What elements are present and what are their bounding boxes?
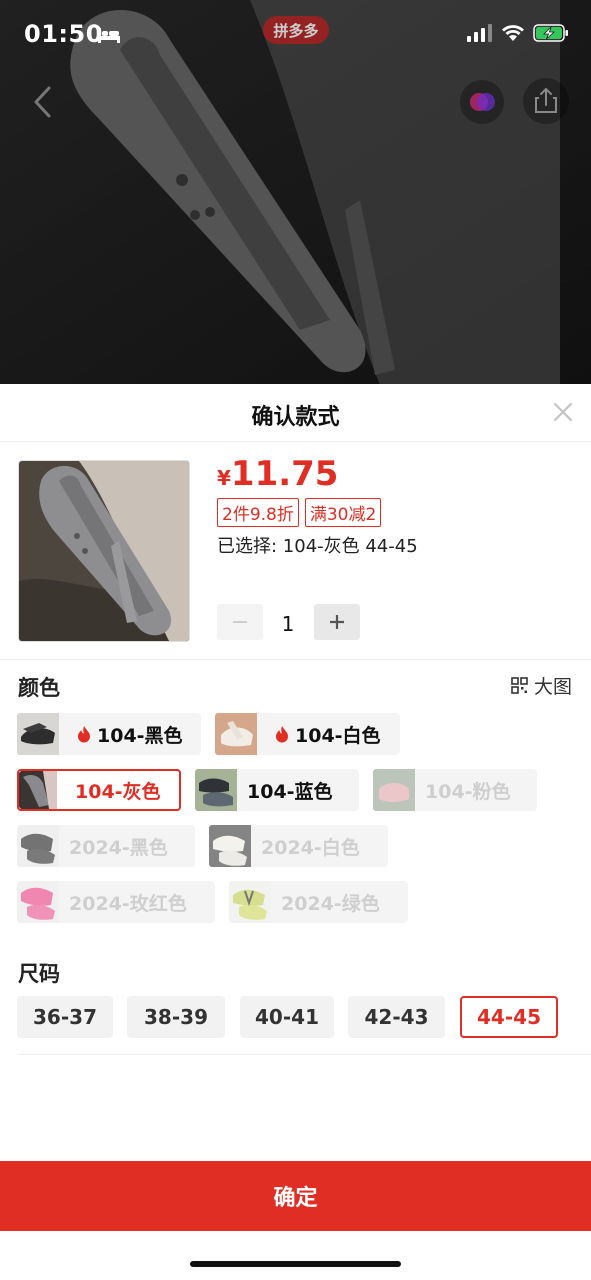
color-option-thumbnail — [17, 881, 59, 923]
color-option-disabled: 2024-白色 — [209, 825, 388, 867]
color-option-selected[interactable]: 104-灰色 — [17, 769, 181, 811]
close-icon[interactable] — [549, 398, 577, 426]
sleep-focus-icon — [98, 28, 120, 43]
color-option-thumbnail — [17, 825, 59, 867]
battery-charging-icon — [533, 24, 568, 42]
color-section-title: 颜色 — [18, 676, 60, 700]
size-option[interactable]: 40-41 — [240, 996, 334, 1038]
color-option-thumbnail — [215, 713, 257, 755]
color-option-thumbnail — [209, 825, 251, 867]
color-option-thumbnail — [373, 769, 415, 811]
color-option-thumbnail — [17, 713, 59, 755]
selected-variant-text: 已选择: 104-灰色 44-45 — [217, 536, 418, 557]
sheet-header: 确认款式 — [0, 384, 591, 442]
size-option[interactable]: 36-37 — [17, 996, 113, 1038]
brand-badge: 拼多多 — [263, 16, 329, 44]
sheet-title: 确认款式 — [251, 405, 340, 430]
favorite-button[interactable] — [460, 80, 504, 124]
color-option-label: 104-黑色 — [97, 724, 183, 747]
color-option-label-wrap: 104-白色 — [257, 721, 397, 748]
color-option-label: 2024-玫红色 — [69, 892, 187, 915]
home-indicator[interactable] — [190, 1261, 401, 1267]
grid-view-icon — [511, 677, 528, 694]
color-option-disabled: 104-粉色 — [373, 769, 537, 811]
hot-flame-icon — [276, 726, 288, 743]
color-option[interactable]: 104-黑色 — [17, 713, 201, 755]
status-bar: 01:50 拼多多 — [0, 0, 591, 70]
share-button[interactable] — [523, 78, 569, 124]
confirm-button[interactable]: 确定 — [0, 1161, 591, 1231]
color-option-label: 2024-黑色 — [69, 836, 168, 859]
price-amount: 11.75 — [230, 454, 339, 494]
product-summary: ¥11.75 2件9.8折 满30减2 已选择: 104-灰色 44-45 1 — [0, 442, 591, 660]
product-thumbnail[interactable] — [18, 460, 190, 642]
cellular-signal-icon — [467, 24, 492, 42]
size-section-title: 尺码 — [18, 962, 60, 986]
color-option-label: 104-粉色 — [425, 780, 511, 803]
quantity-increment-button[interactable] — [314, 604, 360, 640]
plus-icon — [330, 615, 344, 629]
promo-tag: 满30减2 — [304, 498, 382, 527]
color-option-disabled: 2024-绿色 — [229, 881, 408, 923]
color-option-label: 104-灰色 — [75, 780, 161, 803]
big-image-label: 大图 — [533, 676, 572, 698]
favorite-icon — [470, 93, 495, 111]
size-option-selected[interactable]: 44-45 — [460, 996, 558, 1038]
color-option-thumbnail — [195, 769, 237, 811]
color-option[interactable]: 104-蓝色 — [195, 769, 359, 811]
share-icon — [535, 87, 557, 113]
color-option-disabled: 2024-玫红色 — [17, 881, 215, 923]
status-time: 01:50 — [24, 20, 103, 48]
wifi-icon — [502, 25, 524, 41]
minus-icon — [233, 621, 247, 623]
sku-picker-sheet: 确认款式 ¥11.75 2件9.8折 满30减2 已选择: 104-灰色 44-… — [0, 384, 591, 1280]
price: ¥11.75 — [217, 454, 338, 494]
color-option-thumbnail — [229, 881, 271, 923]
color-option-label: 2024-绿色 — [281, 892, 380, 915]
color-option-disabled: 2024-黑色 — [17, 825, 195, 867]
big-image-button[interactable]: 大图 — [511, 672, 572, 699]
size-option[interactable]: 42-43 — [348, 996, 445, 1038]
divider — [18, 1054, 591, 1055]
hot-flame-icon — [78, 726, 90, 743]
color-option-label-wrap: 104-黑色 — [59, 721, 199, 748]
quantity-value[interactable]: 1 — [263, 612, 313, 636]
color-option-label: 104-蓝色 — [247, 780, 333, 803]
promo-tags: 2件9.8折 满30减2 — [217, 498, 382, 527]
color-option-thumbnail — [19, 771, 57, 809]
price-currency: ¥ — [217, 466, 231, 490]
quantity-decrement-button[interactable] — [217, 604, 263, 640]
color-option-label: 2024-白色 — [261, 836, 360, 859]
size-option[interactable]: 38-39 — [127, 996, 225, 1038]
back-icon[interactable] — [22, 80, 66, 124]
promo-tag: 2件9.8折 — [217, 498, 299, 527]
color-option[interactable]: 104-白色 — [215, 713, 400, 755]
color-option-label: 104-白色 — [295, 724, 381, 747]
